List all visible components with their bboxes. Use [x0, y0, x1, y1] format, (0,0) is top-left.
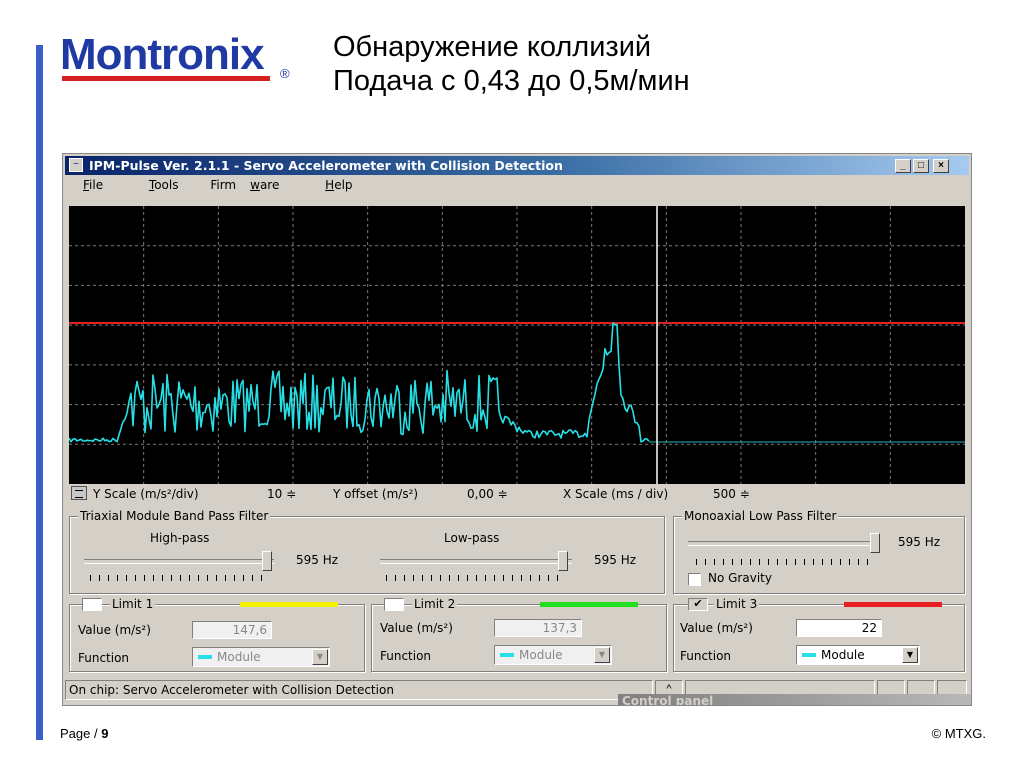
- limit-2-color-line: [540, 602, 638, 607]
- y-scale-label: Y Scale (m/s²/div): [93, 487, 199, 501]
- limit-2-function-select[interactable]: Module ▼: [494, 645, 612, 665]
- maximize-button[interactable]: □: [913, 159, 929, 173]
- limit-2-value-input[interactable]: 137,3: [494, 619, 582, 637]
- lowpass-slider-track[interactable]: [380, 559, 572, 564]
- highpass-slider-thumb[interactable]: [262, 551, 272, 571]
- limit-2-function-value: Module: [519, 648, 563, 662]
- limit-1-function-select[interactable]: Module ▼: [192, 647, 330, 667]
- limit-3-title: Limit 3: [714, 597, 760, 611]
- triaxial-filter-title: Triaxial Module Band Pass Filter: [78, 509, 271, 523]
- montronix-logo: Montronix ®: [60, 30, 300, 90]
- menu-help[interactable]: Help: [311, 178, 366, 192]
- page-number: 9: [101, 726, 109, 741]
- highpass-slider-track[interactable]: [84, 559, 274, 564]
- status-text: On chip: Servo Accelerometer with Collis…: [65, 680, 653, 700]
- monoaxial-slider-thumb[interactable]: [870, 533, 880, 553]
- lowpass-slider-thumb[interactable]: [558, 551, 568, 571]
- menu-file[interactable]: File: [69, 178, 117, 192]
- limit-3-checkbox[interactable]: ✔: [688, 598, 708, 611]
- chevron-down-icon[interactable]: ▼: [594, 647, 610, 663]
- highpass-label: High-pass: [150, 531, 210, 545]
- limit-1-value-input[interactable]: 147,6: [192, 621, 272, 639]
- limit-2-checkbox[interactable]: [384, 598, 404, 611]
- lowpass-value: 595 Hz: [594, 553, 637, 567]
- lowpass-label: Low-pass: [444, 531, 500, 545]
- limit-1-title: Limit 1: [110, 597, 156, 611]
- no-gravity-label: No Gravity: [708, 571, 772, 585]
- monoaxial-slider-ticks: [696, 559, 876, 565]
- slide-title: Обнаружение коллизий Подача с 0,43 до 0,…: [333, 30, 690, 98]
- app-icon: ~: [69, 158, 83, 172]
- monoaxial-filter-title: Monoaxial Low Pass Filter: [682, 509, 839, 523]
- limit-3-function-label: Function: [680, 649, 732, 663]
- limit-2-function-label: Function: [380, 649, 432, 663]
- slide-title-line-1: Обнаружение коллизий: [333, 31, 652, 63]
- ipm-pulse-window: ~ IPM-Pulse Ver. 2.1.1 - Servo Accelerom…: [62, 153, 972, 706]
- control-panel-titlebar[interactable]: Control panel: [618, 694, 971, 705]
- chevron-down-icon[interactable]: ▼: [312, 649, 328, 665]
- copyright: © MTXG.: [931, 726, 986, 741]
- limit-3-color-line: [844, 602, 942, 607]
- limit-2-group: Limit 2 Value (m/s²) 137,3 Function Modu…: [371, 597, 667, 672]
- highpass-value: 595 Hz: [296, 553, 339, 567]
- x-scale-label: X Scale (ms / div): [563, 487, 669, 501]
- no-gravity-checkbox[interactable]: [688, 573, 701, 586]
- scale-settings-icon[interactable]: [71, 486, 87, 500]
- window-title: IPM-Pulse Ver. 2.1.1 - Servo Acceleromet…: [89, 158, 563, 173]
- limit-1-function-label: Function: [78, 651, 130, 665]
- limit-1-checkbox[interactable]: [82, 598, 102, 611]
- signal-trace: [69, 322, 650, 443]
- y-offset-label: Y offset (m/s²): [333, 487, 419, 501]
- logo-underline: [62, 76, 270, 81]
- y-scale-spinner[interactable]: 10 ≑: [267, 486, 296, 502]
- oscilloscope-display[interactable]: [69, 206, 965, 484]
- y-offset-spinner[interactable]: 0,00 ≑: [467, 486, 508, 502]
- close-button[interactable]: ×: [933, 159, 949, 173]
- menu-tools[interactable]: Tools: [135, 178, 193, 192]
- limit-3-function-select[interactable]: Module ▼: [796, 645, 920, 665]
- monoaxial-slider-track[interactable]: [688, 541, 878, 546]
- page-footer-left: Page / 9: [60, 726, 109, 741]
- triaxial-filter-group: Triaxial Module Band Pass Filter High-pa…: [69, 509, 665, 594]
- limit-3-value-input[interactable]: 22: [796, 619, 882, 637]
- module-color-swatch: [802, 653, 816, 657]
- logo-registered-mark: ®: [280, 66, 290, 81]
- chevron-down-icon[interactable]: ▼: [902, 647, 918, 663]
- slide-title-line-2: Подача с 0,43 до 0,5м/мин: [333, 65, 690, 97]
- module-color-swatch: [500, 653, 514, 657]
- x-scale-spinner[interactable]: 500 ≑: [713, 486, 750, 502]
- lowpass-slider-ticks: [386, 575, 566, 581]
- highpass-slider-ticks: [90, 575, 270, 581]
- limit-3-value-label: Value (m/s²): [680, 621, 753, 635]
- logo-text: Montronix: [60, 30, 265, 79]
- slide-accent-bar: [36, 45, 43, 740]
- limit-1-group: Limit 1 Value (m/s²) 147,6 Function Modu…: [69, 597, 365, 672]
- scale-bar: Y Scale (m/s²/div) 10 ≑ Y offset (m/s²) …: [69, 486, 965, 502]
- limit-2-value-label: Value (m/s²): [380, 621, 453, 635]
- limit-3-function-value: Module: [821, 648, 865, 662]
- module-color-swatch: [198, 655, 212, 659]
- window-titlebar[interactable]: ~ IPM-Pulse Ver. 2.1.1 - Servo Accelerom…: [65, 156, 969, 175]
- limit-1-value-label: Value (m/s²): [78, 623, 151, 637]
- monoaxial-filter-group: Monoaxial Low Pass Filter 595 Hz No Grav…: [673, 509, 965, 594]
- menu-firmware[interactable]: Firm ware: [210, 178, 293, 192]
- menu-bar: File Tools Firm ware Help: [69, 178, 381, 196]
- limit-1-function-value: Module: [217, 650, 261, 664]
- limit-2-title: Limit 2: [412, 597, 458, 611]
- limit-3-group: ✔ Limit 3 Value (m/s²) 22 Function Modul…: [673, 597, 965, 672]
- monoaxial-value: 595 Hz: [898, 535, 941, 549]
- minimize-button[interactable]: _: [895, 159, 911, 173]
- limit-1-color-line: [240, 602, 338, 607]
